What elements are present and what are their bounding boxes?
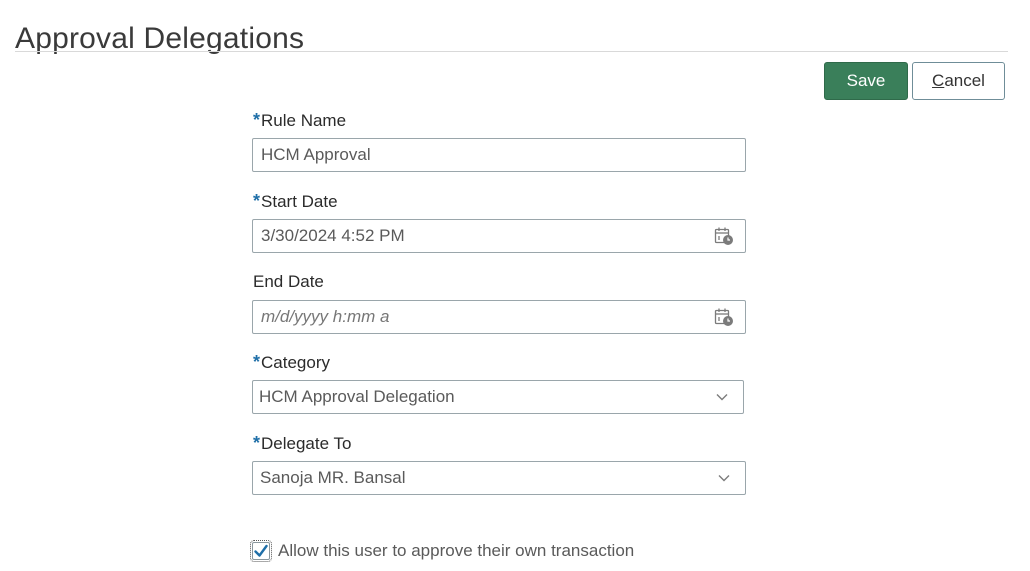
end-date-placeholder: m/d/yyyy h:mm a bbox=[261, 307, 390, 326]
save-button[interactable]: Save bbox=[824, 62, 908, 100]
category-label-text: Category bbox=[261, 353, 330, 372]
cancel-label-rest: ancel bbox=[944, 71, 985, 90]
end-date-input[interactable]: m/d/yyyy h:mm a bbox=[252, 300, 746, 334]
category-value: HCM Approval Delegation bbox=[259, 387, 455, 406]
calendar-clock-icon[interactable] bbox=[713, 306, 735, 328]
checkmark-icon bbox=[254, 544, 268, 557]
end-date-label-text: End Date bbox=[253, 272, 324, 291]
category-label: *Category bbox=[253, 352, 330, 373]
rule-name-input[interactable]: HCM Approval bbox=[252, 138, 746, 172]
chevron-down-icon[interactable] bbox=[711, 386, 733, 408]
title-divider bbox=[15, 51, 1008, 52]
rule-name-label: *Rule Name bbox=[253, 110, 346, 131]
end-date-label: End Date bbox=[253, 272, 324, 292]
required-marker: * bbox=[253, 110, 261, 130]
allow-self-approve-label: Allow this user to approve their own tra… bbox=[278, 541, 635, 560]
calendar-clock-icon[interactable] bbox=[713, 225, 735, 247]
category-select[interactable]: HCM Approval Delegation bbox=[252, 380, 744, 414]
allow-self-approve-row[interactable]: Allow this user to approve their own tra… bbox=[250, 540, 635, 562]
cancel-button[interactable]: Cancel bbox=[912, 62, 1005, 100]
cancel-accesskey: C bbox=[932, 71, 945, 90]
delegate-to-label-text: Delegate To bbox=[261, 434, 352, 453]
start-date-value: 3/30/2024 4:52 PM bbox=[261, 226, 405, 245]
required-marker: * bbox=[253, 191, 261, 211]
start-date-input[interactable]: 3/30/2024 4:52 PM bbox=[252, 219, 746, 253]
rule-name-label-text: Rule Name bbox=[261, 111, 347, 130]
chevron-down-icon[interactable] bbox=[713, 467, 735, 489]
delegate-to-label: *Delegate To bbox=[253, 433, 351, 454]
start-date-label: *Start Date bbox=[253, 191, 338, 212]
start-date-label-text: Start Date bbox=[261, 192, 338, 211]
required-marker: * bbox=[253, 433, 261, 453]
required-marker: * bbox=[253, 352, 261, 372]
delegate-to-value: Sanoja MR. Bansal bbox=[260, 468, 406, 487]
cancel-button-label: Cancel bbox=[932, 71, 985, 91]
delegate-to-select[interactable]: Sanoja MR. Bansal bbox=[252, 461, 746, 495]
allow-self-approve-checkbox[interactable] bbox=[250, 540, 272, 562]
rule-name-value: HCM Approval bbox=[261, 145, 371, 164]
save-button-label: Save bbox=[846, 71, 886, 90]
